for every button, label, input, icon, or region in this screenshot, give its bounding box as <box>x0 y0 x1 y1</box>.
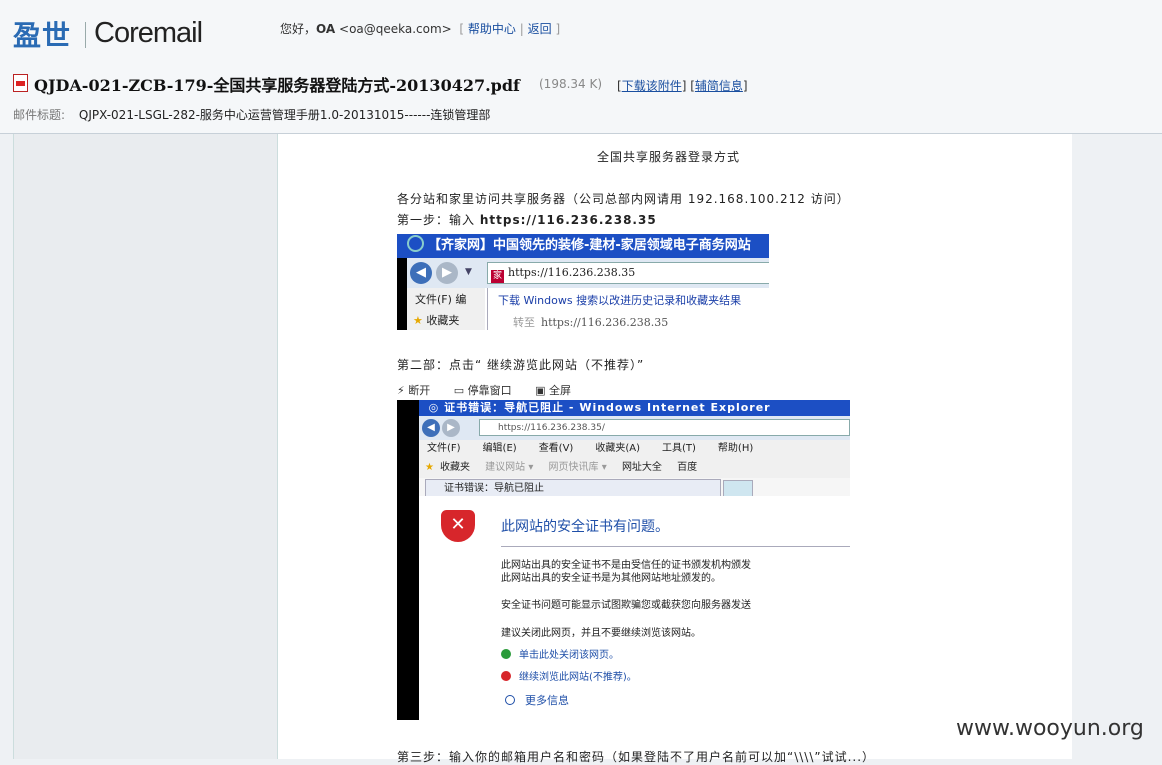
ie-menu-bar: 文件(F) 编辑(E) 查看(V) 收藏夹(A) 工具(T) 帮助(H) <box>419 440 850 458</box>
attachment-file-name: QJDA-021-ZCB-179-全国共享服务器登陆方式-20130427.pd… <box>34 76 520 95</box>
document-step2: 第二部：点击“ 继续游览此网站（不推荐）” <box>397 358 645 372</box>
fav-baidu: 百度 <box>677 462 698 473</box>
subject-value: QJPX-021-LSGL-282-服务中心运营管理手册1.0-20131015… <box>78 108 491 122</box>
menu-view: 查看(V) <box>538 443 574 454</box>
ie-window-title: 证书错误：导航已阻止 - Windows Internet Explorer <box>444 401 771 414</box>
fav-favorites: 收藏夹 <box>439 462 470 473</box>
search-suggestion: 下载 Windows 搜索以改进历史记录和收藏夹结果 <box>498 294 742 307</box>
menu-file: 文件(F) <box>427 443 461 454</box>
x-icon <box>501 671 511 681</box>
chevron-down-icon <box>505 695 515 705</box>
download-attachment-link[interactable]: 下载该附件 <box>622 79 682 93</box>
ie-favorites-bar: ★ 收藏夹 建议网站 ▾ 网页快讯库 ▾ 网址大全 百度 <box>419 458 850 478</box>
screenshot-ie-address-bar: 【齐家网】中国领先的装修-建材-家居领域电子商务网站 ◀ ▶ ▼ 家 https:… <box>397 234 769 330</box>
goto-label: 转至 <box>513 316 535 329</box>
menu-favorites: 收藏夹(A) <box>595 443 640 454</box>
attachment-file-size: (198.34 K) <box>539 77 603 91</box>
back-arrow-icon: ◀ <box>410 262 432 284</box>
fullscreen-label: ▣ 全屏 <box>535 384 572 397</box>
check-icon <box>501 649 511 659</box>
help-center-link[interactable]: 帮助中心 <box>468 22 516 36</box>
menu-edit: 编辑(E) <box>482 443 517 454</box>
menu-tools: 工具(T) <box>662 443 696 454</box>
cert-error-p2: 此网站出具的安全证书是为其他网站地址颁发的。 <box>501 573 721 584</box>
ie-titlebar: 【齐家网】中国领先的装修-建材-家居领域电子商务网站 <box>397 234 769 258</box>
ie-navbar: ◀ ▶ ▼ 家 https://116.236.238.35 <box>407 258 769 288</box>
close-page-link: 单击此处关闭该网页。 <box>501 646 619 661</box>
document-step1: 第一步：输入 https://116.236.238.35 <box>397 211 657 228</box>
document-step3: 第三步：输入你的邮箱用户名和密码（如果登陆不了用户名前可以加“\\\\”试试..… <box>397 750 876 764</box>
ie-titlebar: ◎ 证书错误：导航已阻止 - Windows Internet Explorer <box>419 400 850 416</box>
menu-help: 帮助(H) <box>717 443 754 454</box>
ie-logo-icon <box>407 235 424 252</box>
disconnect-label: ⚡ 断开 <box>397 384 431 397</box>
mail-subject: 邮件标题: QJPX-021-LSGL-282-服务中心运营管理手册1.0-20… <box>13 106 490 123</box>
dock-window-label: ▭ 停靠窗口 <box>453 384 512 397</box>
star-icon: ★ <box>413 314 423 327</box>
favorites-label: 收藏夹 <box>426 314 460 327</box>
user-email: <oa@qeeka.com> <box>339 22 452 36</box>
ie-tab-cert-error: 证书错误：导航已阻止 <box>425 479 721 496</box>
forward-arrow-icon: ▶ <box>436 262 458 284</box>
site-favicon-icon: 家 <box>491 270 504 283</box>
document-title: 全国共享服务器登录方式 <box>597 150 741 164</box>
continue-site-link: 继续浏览此网站(不推荐)。 <box>501 668 637 683</box>
back-link[interactable]: 返回 <box>528 22 552 36</box>
attachment-links: [下载该附件] [辅简信息] <box>617 79 748 93</box>
step1-url: https://116.236.238.35 <box>479 213 657 227</box>
fav-web-slices: 网页快讯库 ▾ <box>548 462 607 473</box>
ie-address-field: https://116.236.238.35/ <box>479 419 850 436</box>
logo-separator <box>85 22 86 48</box>
screenshot-certificate-error: ◎ 证书错误：导航已阻止 - Windows Internet Explorer… <box>397 400 850 720</box>
pdf-file-icon <box>13 74 28 92</box>
ie-address-dropdown: 下载 Windows 搜索以改进历史记录和收藏夹结果 转至 https://116… <box>487 288 769 330</box>
ie-window-title: 【齐家网】中国领先的装修-建材-家居领域电子商务网站 <box>428 238 751 253</box>
subject-label: 邮件标题: <box>13 108 66 122</box>
back-arrow-icon: ◀ <box>422 419 440 437</box>
goto-suggestion: 转至 https://116.236.238.35 <box>513 314 668 330</box>
ie-favorites: ★ 收藏夹 <box>407 312 485 330</box>
more-info-link: 更多信息 <box>505 692 569 708</box>
logo-coremail: Coremail <box>94 17 203 49</box>
goto-url: https://116.236.238.35 <box>541 316 669 329</box>
cert-error-heading: 此网站的安全证书有问题。 <box>501 519 669 535</box>
header: 盈世 Coremail 您好，OA <oa@qeeka.com> [ 帮助中心 … <box>0 0 1162 134</box>
user-name: OA <box>316 22 336 36</box>
black-strip <box>397 400 419 720</box>
ie-tab-bar: 证书错误：导航已阻止 <box>419 478 850 497</box>
left-margin-panel <box>13 134 278 759</box>
black-strip <box>397 258 407 330</box>
dropdown-arrow-icon: ▼ <box>465 267 472 277</box>
step1-prefix: 第一步：输入 <box>397 213 476 227</box>
cert-error-p4: 建议关闭此网页，并且不要继续浏览该网站。 <box>501 628 701 639</box>
fav-suggested-sites: 建议网站 ▾ <box>485 462 534 473</box>
ie-new-tab <box>723 480 753 497</box>
cert-error-page: ✕ 此网站的安全证书有问题。 此网站出具的安全证书不是由受信任的证书颁发机构颁发… <box>419 496 850 720</box>
remote-toolbar: ⚡ 断开 ▭ 停靠窗口 ▣ 全屏 <box>397 382 591 398</box>
ie-menu-fragment: 文件(F) 编 <box>407 288 485 312</box>
mail-info-link[interactable]: 辅简信息 <box>695 79 743 93</box>
ie-address-text: https://116.236.238.35 <box>508 266 636 279</box>
logo-cn: 盈世 <box>13 19 72 52</box>
greeting-prefix: 您好， <box>280 22 317 36</box>
divider <box>501 546 850 547</box>
right-margin-panel <box>1071 134 1162 759</box>
fav-site-directory: 网址大全 <box>621 462 662 473</box>
star-icon: ★ <box>425 462 434 473</box>
document-line-branches: 各分站和家里访问共享服务器（公司总部内网请用 192.168.100.212 访… <box>397 192 850 206</box>
watermark: www.wooyun.org <box>956 716 1144 741</box>
forward-arrow-icon: ▶ <box>442 419 460 437</box>
shield-x-icon: ✕ <box>441 510 475 542</box>
user-greeting: 您好，OA <oa@qeeka.com> [ 帮助中心 | 返回 ] <box>280 22 561 36</box>
ie-address-field: 家 https://116.236.238.35 <box>487 262 769 284</box>
cert-error-p3: 安全证书问题可能显示试图欺骗您或截获您向服务器发送 <box>501 600 751 611</box>
ie-navbar: ◀ ▶ https://116.236.238.35/ <box>419 416 850 440</box>
